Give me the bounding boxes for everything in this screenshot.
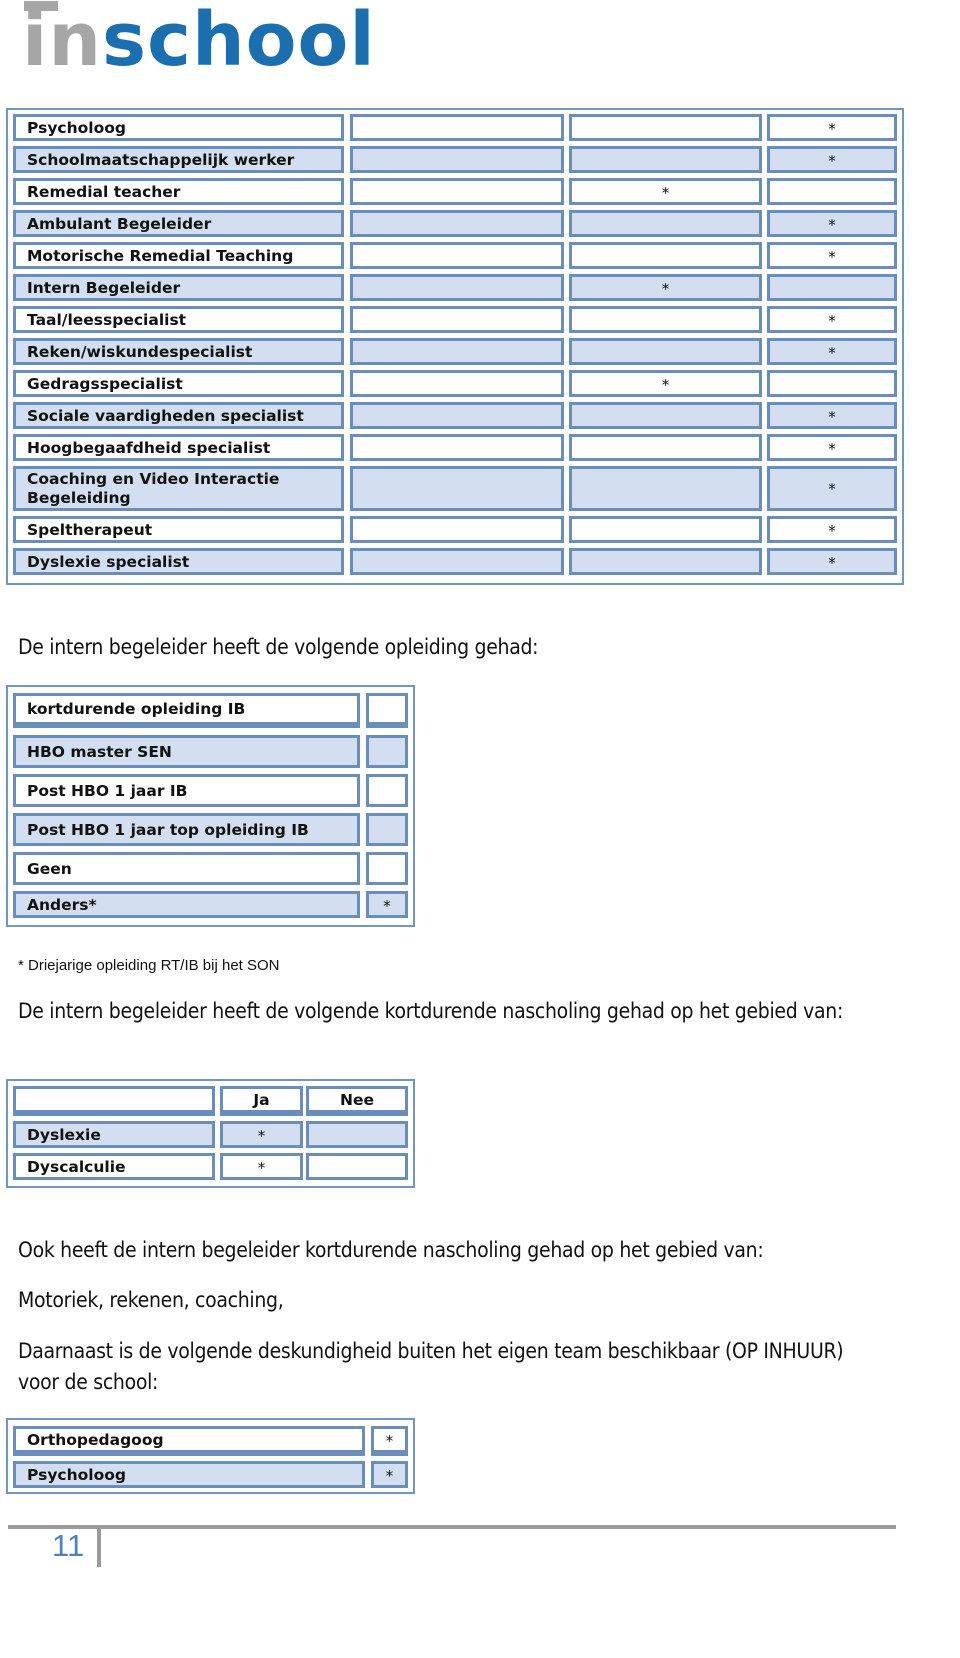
column-header: Ja xyxy=(220,1086,303,1116)
specialist-label: Ambulant Begeleider xyxy=(13,210,344,237)
specialist-col3-cell: * xyxy=(569,370,762,397)
external-paragraph: Daarnaast is de volgende deskundigheid b… xyxy=(18,1339,844,1394)
training-label: Post HBO 1 jaar top opleiding IB xyxy=(13,813,360,846)
specialist-col3-cell: * xyxy=(569,274,762,301)
specialist-label: Gedragsspecialist xyxy=(13,370,344,397)
nee-cell xyxy=(306,1153,408,1180)
specialist-col2-cell xyxy=(350,338,564,365)
training-label: Anders* xyxy=(13,891,360,918)
column-header xyxy=(13,1086,215,1116)
specialist-col2-cell xyxy=(350,242,564,269)
logo-school: school xyxy=(102,0,376,83)
specialist-col4-cell: * xyxy=(767,466,897,511)
training-label: Geen xyxy=(13,852,360,885)
training-mark-cell xyxy=(366,693,408,728)
specialist-col2-cell xyxy=(350,274,564,301)
specialist-col4-cell: * xyxy=(767,242,897,269)
specialist-col2-cell xyxy=(350,516,564,543)
course-label: Dyslexie xyxy=(13,1121,215,1148)
specialist-col2-cell xyxy=(350,210,564,237)
specialist-col2-cell xyxy=(350,178,564,205)
specialist-label: Taal/leesspecialist xyxy=(13,306,344,333)
specialist-col3-cell xyxy=(569,210,762,237)
ja-cell: * xyxy=(220,1153,303,1180)
specialist-col2-cell xyxy=(350,306,564,333)
specialist-col3-cell xyxy=(569,516,762,543)
external-label: Psycholoog xyxy=(13,1461,365,1488)
logo-in: in xyxy=(22,0,102,83)
training-mark-cell xyxy=(366,813,408,846)
specialist-label: Reken/wiskundespecialist xyxy=(13,338,344,365)
training-mark-cell xyxy=(366,774,408,807)
specialist-col4-cell: * xyxy=(767,434,897,461)
training-mark-cell xyxy=(366,852,408,885)
specialist-label: Speltherapeut xyxy=(13,516,344,543)
specialist-col4-cell: * xyxy=(767,114,897,141)
short-courses-heading: De intern begeleider heeft de volgende k… xyxy=(18,999,844,1023)
training-mark-cell: * xyxy=(366,891,408,918)
training-heading: De intern begeleider heeft de volgende o… xyxy=(18,635,539,659)
specialist-label: Dyslexie specialist xyxy=(13,548,344,575)
page-number: 11 xyxy=(52,1528,85,1563)
specialist-label: Schoolmaatschappelijk werker xyxy=(13,146,344,173)
training-label: Post HBO 1 jaar IB xyxy=(13,774,360,807)
specialist-col4-cell: * xyxy=(767,548,897,575)
specialist-label: Psycholoog xyxy=(13,114,344,141)
specialist-col4-cell: * xyxy=(767,402,897,429)
topics-paragraph: Motoriek, rekenen, coaching, xyxy=(18,1288,284,1312)
specialist-label: Remedial teacher xyxy=(13,178,344,205)
footer-rule xyxy=(8,1525,896,1529)
external-mark-cell: * xyxy=(371,1426,408,1456)
specialist-col2-cell xyxy=(350,370,564,397)
specialist-col3-cell: * xyxy=(569,178,762,205)
specialist-col3-cell xyxy=(569,242,762,269)
specialist-col4-cell: * xyxy=(767,306,897,333)
nee-cell xyxy=(306,1121,408,1148)
specialist-label: Hoogbegaafdheid specialist xyxy=(13,434,344,461)
specialist-col3-cell xyxy=(569,402,762,429)
training-label: HBO master SEN xyxy=(13,735,360,768)
specialist-col3-cell xyxy=(569,548,762,575)
course-label: Dyscalculie xyxy=(13,1153,215,1180)
specialist-col2-cell xyxy=(350,434,564,461)
specialist-col2-cell xyxy=(350,466,564,511)
specialist-col2-cell xyxy=(350,114,564,141)
specialist-col2-cell xyxy=(350,548,564,575)
specialist-col4-cell: * xyxy=(767,516,897,543)
specialist-col3-cell xyxy=(569,434,762,461)
specialist-col4-cell xyxy=(767,370,897,397)
specialist-col3-cell xyxy=(569,338,762,365)
specialist-label: Motorische Remedial Teaching xyxy=(13,242,344,269)
specialist-label: Sociale vaardigheden specialist xyxy=(13,402,344,429)
footnote: * Driejarige opleiding RT/IB bij het SON xyxy=(18,957,280,974)
specialist-col3-cell xyxy=(569,466,762,511)
inschool-logo: inschool xyxy=(22,0,376,80)
also-paragraph: Ook heeft de intern begeleider kortduren… xyxy=(18,1238,764,1262)
training-label: kortdurende opleiding IB xyxy=(13,693,360,728)
specialist-col2-cell xyxy=(350,146,564,173)
training-mark-cell xyxy=(366,735,408,768)
specialist-col4-cell: * xyxy=(767,146,897,173)
external-label: Orthopedagoog xyxy=(13,1426,365,1456)
specialist-col3-cell xyxy=(569,146,762,173)
external-mark-cell: * xyxy=(371,1461,408,1488)
specialist-col4-cell xyxy=(767,178,897,205)
footer-divider xyxy=(97,1525,101,1567)
specialist-col4-cell xyxy=(767,274,897,301)
specialist-label: Coaching en Video Interactie Begeleiding xyxy=(13,466,344,511)
specialist-label: Intern Begeleider xyxy=(13,274,344,301)
specialist-col2-cell xyxy=(350,402,564,429)
specialist-col3-cell xyxy=(569,306,762,333)
ja-cell: * xyxy=(220,1121,303,1148)
specialist-col3-cell xyxy=(569,114,762,141)
column-header: Nee xyxy=(306,1086,408,1116)
specialist-col4-cell: * xyxy=(767,338,897,365)
specialist-col4-cell: * xyxy=(767,210,897,237)
